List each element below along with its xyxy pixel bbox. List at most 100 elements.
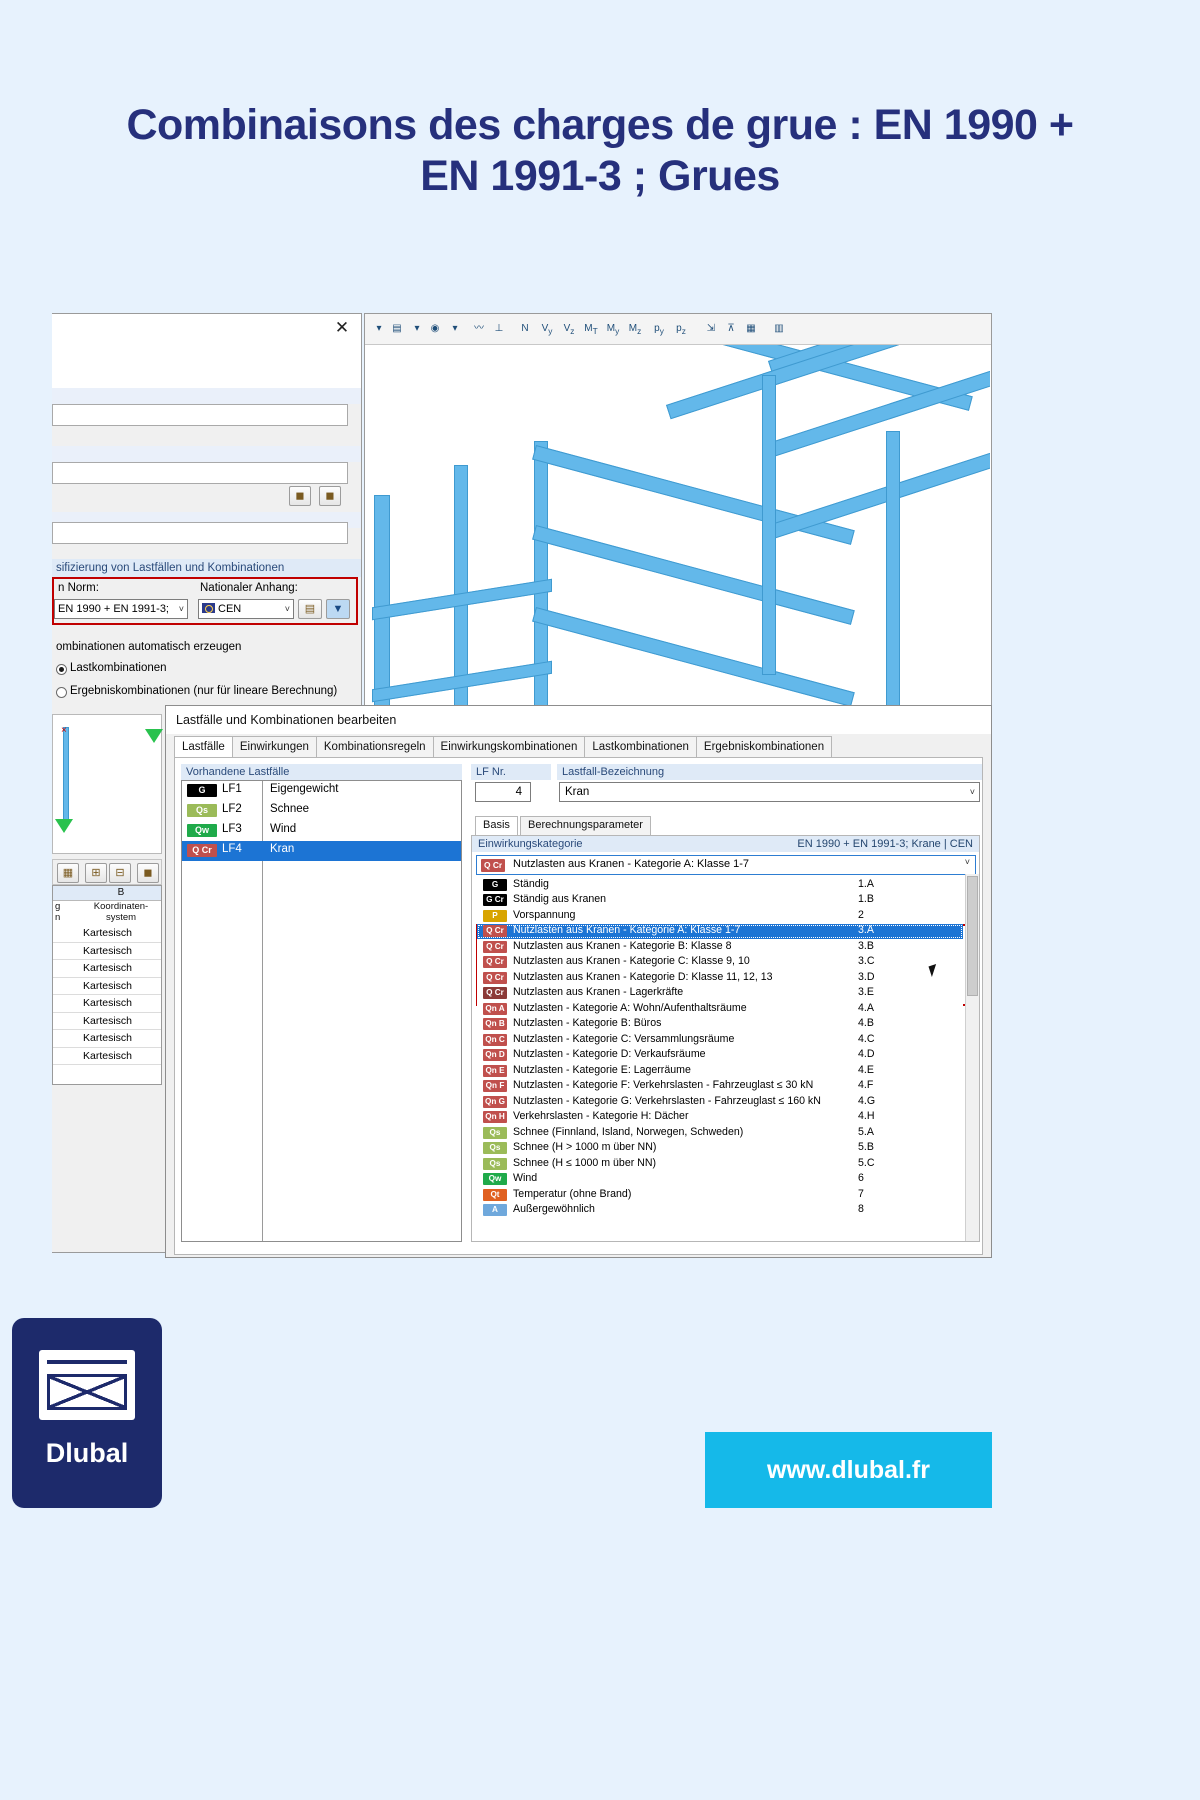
- list-item[interactable]: G LF1 Eigengewicht: [182, 781, 461, 801]
- list-item[interactable]: G Cr Ständig aus Kranen 1.B: [477, 893, 963, 909]
- subtab-berechnungsparameter[interactable]: Berechnungsparameter: [520, 816, 651, 835]
- tab-bar[interactable]: Lastfälle Einwirkungen Kombinationsregel…: [174, 736, 833, 758]
- description-field[interactable]: [52, 522, 348, 544]
- category-list-scrollbar[interactable]: [965, 874, 979, 1241]
- norm-combobox[interactable]: EN 1990 + EN 1991-3; ˅: [54, 599, 188, 619]
- list-item[interactable]: Qn G Nutzlasten - Kategorie G: Verkehrsla…: [477, 1094, 963, 1110]
- table-toolbar[interactable]: ▦ ⊞ ⊟ ◼: [52, 859, 162, 885]
- tab-lastkombinationen[interactable]: Lastkombinationen: [584, 736, 697, 758]
- list-item[interactable]: Qn D Nutzlasten - Kategorie D: Verkaufsrä…: [477, 1048, 963, 1064]
- tab-ergebniskombinationen[interactable]: Ergebniskombinationen: [695, 736, 833, 758]
- result-display-icon[interactable]: ▤: [387, 319, 407, 339]
- table-row[interactable]: Kartesisch: [53, 1048, 161, 1065]
- torsion-mt-icon[interactable]: MT: [581, 319, 601, 339]
- scrollbar-thumb[interactable]: [967, 876, 978, 996]
- website-url-box[interactable]: www.dlubal.fr: [705, 1432, 992, 1508]
- table-row[interactable]: Kartesisch: [53, 995, 161, 1013]
- print-icon[interactable]: ▥: [769, 319, 789, 339]
- radio-ergebniskombinationen[interactable]: [56, 687, 67, 698]
- deform-py-icon[interactable]: py: [649, 319, 669, 339]
- list-item[interactable]: Qn C Nutzlasten - Kategorie C: Versammlun…: [477, 1032, 963, 1048]
- tab-kombinationsregeln[interactable]: Kombinationsregeln: [315, 736, 434, 758]
- category-item-list[interactable]: G Ständig 1.A G Cr Ständig aus Kranen 1.B PV…: [477, 877, 963, 1240]
- chevron-down-icon-3[interactable]: ▾: [445, 319, 465, 339]
- list-item[interactable]: Qn F Nutzlasten - Kategorie F: Verkehrsla…: [477, 1079, 963, 1095]
- model-canvas[interactable]: [366, 345, 990, 711]
- lf-nr-input[interactable]: 4: [475, 782, 531, 802]
- table-row[interactable]: Kartesisch: [53, 1030, 161, 1048]
- project-name-field[interactable]: [52, 404, 348, 426]
- list-item[interactable]: Qs Schnee (Finnland, Island, Norwegen, Sc…: [477, 1125, 963, 1141]
- table-row[interactable]: Kartesisch: [53, 978, 161, 995]
- axial-force-n-icon[interactable]: N: [515, 319, 535, 339]
- list-item[interactable]: A Außergewöhnlich 8: [477, 1203, 963, 1219]
- shear-vz-icon[interactable]: Vz: [559, 319, 579, 339]
- annex-settings-icon[interactable]: ▤: [298, 599, 322, 619]
- list-item[interactable]: Qs Schnee (H ≤ 1000 m über NN) 5.C: [477, 1156, 963, 1172]
- moment-my-icon[interactable]: My: [603, 319, 623, 339]
- list-item[interactable]: Qw LF3 Wind: [182, 821, 461, 841]
- moment-mz-icon[interactable]: Mz: [625, 319, 645, 339]
- table-row[interactable]: Kartesisch: [53, 925, 161, 943]
- list-item[interactable]: P Vorspannung 2: [477, 908, 963, 924]
- chevron-down-icon[interactable]: ˅: [970, 783, 975, 801]
- tab-einwirkungskombinationen[interactable]: Einwirkungskombinationen: [432, 736, 586, 758]
- tab-einwirkungen[interactable]: Einwirkungen: [231, 736, 317, 758]
- table-body[interactable]: Kartesisch Kartesisch Kartesisch Kartesi…: [53, 925, 161, 1065]
- list-item[interactable]: Qn E Nutzlasten - Kategorie E: Lagerräume…: [477, 1063, 963, 1079]
- new-model-icon[interactable]: ◼: [289, 486, 311, 506]
- list-item[interactable]: Q Cr Nutzlasten aus Kranen - Kategorie C:…: [477, 955, 963, 971]
- list-item[interactable]: Qs Schnee (H > 1000 m über NN) 5.B: [477, 1141, 963, 1157]
- viewport-toolbar[interactable]: ▾ ▤ ▾ ◉ ▾ 〰 ⊥ N Vy Vz MT My Mz py pz ⇲ ⊼…: [365, 314, 991, 345]
- dialog-titlebar[interactable]: ✕: [52, 314, 361, 344]
- loads-icon[interactable]: ⇲: [701, 319, 721, 339]
- chevron-down-icon[interactable]: ˅: [179, 600, 184, 618]
- chevron-down-icon-2[interactable]: ▾: [407, 319, 427, 339]
- table-grid-icon[interactable]: ▦: [57, 863, 79, 883]
- table-delete-icon[interactable]: ⊟: [109, 863, 131, 883]
- list-item-selected[interactable]: Q Cr LF4 Kran: [182, 841, 461, 861]
- list-item[interactable]: Qn B Nutzlasten - Kategorie B: Büros 4.B: [477, 1017, 963, 1033]
- list-item[interactable]: Q Cr Nutzlasten aus Kranen - Kategorie D:…: [477, 970, 963, 986]
- category-combobox[interactable]: Q Cr Nutzlasten aus Kranen - Kategorie A…: [476, 855, 976, 875]
- tab-lastfaelle[interactable]: Lastfälle: [174, 736, 233, 758]
- list-item[interactable]: Qs LF2 Schnee: [182, 801, 461, 821]
- annex-combobox[interactable]: CEN ˅: [198, 599, 294, 619]
- filter-icon[interactable]: ▼: [326, 599, 350, 619]
- table-row[interactable]: Kartesisch: [53, 1013, 161, 1030]
- table-row[interactable]: Kartesisch: [53, 960, 161, 978]
- dlubal-logo: Dlubal: [12, 1318, 162, 1508]
- model-viewport[interactable]: ▾ ▤ ▾ ◉ ▾ 〰 ⊥ N Vy Vz MT My Mz py pz ⇲ ⊼…: [364, 313, 992, 713]
- open-model-icon[interactable]: ◼: [319, 486, 341, 506]
- reaction-icon[interactable]: ⊼: [721, 319, 741, 339]
- subtab-basis[interactable]: Basis: [475, 816, 518, 835]
- list-item[interactable]: Qn A Nutzlasten - Kategorie A: Wohn/Aufen…: [477, 1001, 963, 1017]
- chevron-down-icon[interactable]: ˅: [965, 857, 970, 867]
- lf-name-combobox[interactable]: Kran ˅: [559, 782, 980, 802]
- coordinate-system-table[interactable]: B Koordinaten-system gn Kartesisch Karte…: [52, 885, 162, 1085]
- list-item[interactable]: Q Cr Nutzlasten aus Kranen - Lagerkräfte 3…: [477, 986, 963, 1002]
- list-item[interactable]: Qn H Verkehrslasten - Kategorie H: Dächer…: [477, 1110, 963, 1126]
- shear-vy-icon[interactable]: Vy: [537, 319, 557, 339]
- deformation-icon[interactable]: 〰: [469, 319, 489, 339]
- list-item[interactable]: G Ständig 1.A: [477, 877, 963, 893]
- table-settings-icon[interactable]: ◼: [137, 863, 159, 883]
- close-icon[interactable]: ✕: [329, 317, 355, 339]
- table-view-icon[interactable]: ▦: [741, 319, 761, 339]
- load-cases-list[interactable]: G LF1 Eigengewicht Qs LF2 Schnee Qw LF3 …: [181, 780, 462, 1242]
- table-insert-icon[interactable]: ⊞: [85, 863, 107, 883]
- render-icon[interactable]: ◉: [425, 319, 445, 339]
- list-item-selected[interactable]: Q Cr Nutzlasten aus Kranen - Kategorie A:…: [477, 923, 963, 939]
- table-row[interactable]: Kartesisch: [53, 943, 161, 960]
- support-icon[interactable]: ⊥: [489, 319, 509, 339]
- radio-lastkombinationen[interactable]: [56, 664, 67, 675]
- model-name-field[interactable]: [52, 462, 348, 484]
- deform-pz-icon[interactable]: pz: [671, 319, 691, 339]
- chevron-down-icon[interactable]: ▾: [369, 319, 389, 339]
- list-item[interactable]: Qw Wind 6: [477, 1172, 963, 1188]
- list-item[interactable]: Q Cr Nutzlasten aus Kranen - Kategorie B:…: [477, 939, 963, 955]
- edit-load-cases-dialog[interactable]: Lastfälle und Kombinationen bearbeiten L…: [165, 705, 992, 1258]
- einwirkungskategorie-panel[interactable]: EN 1990 + EN 1991-3; Krane | CEN Einwirk…: [471, 835, 980, 1242]
- list-item[interactable]: Qt Temperatur (ohne Brand) 7: [477, 1187, 963, 1203]
- chevron-down-icon[interactable]: ˅: [285, 600, 290, 618]
